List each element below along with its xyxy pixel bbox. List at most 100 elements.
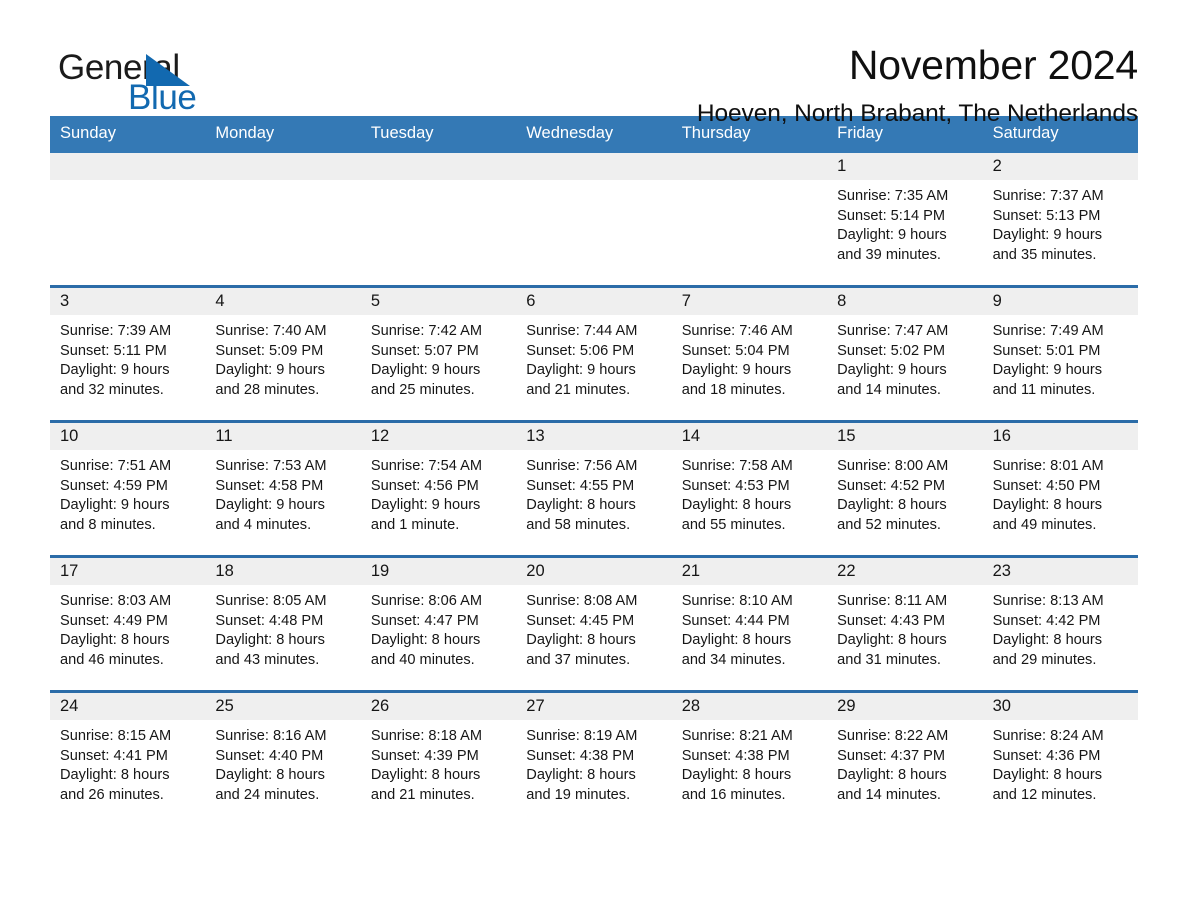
daylight-duration-line1: Daylight: 8 hours — [60, 632, 170, 649]
calendar-day-cell[interactable]: 2 Sunrise: 7:37 AM Sunset: 5:13 PM Daylight… — [982, 152, 1138, 285]
calendar-day-cell[interactable]: 24 Sunrise: 8:15 AM Sunset: 4:41 PM Dayligh… — [50, 692, 206, 825]
sunrise-time: Sunrise: 7:53 AM — [215, 457, 327, 474]
sunset-time: Sunset: 4:50 PM — [992, 477, 1101, 494]
calendar-day-cell[interactable]: 12 Sunrise: 7:54 AM Sunset: 4:56 PM Dayligh… — [360, 422, 517, 555]
daylight-duration-line2: and 32 minutes. — [60, 382, 164, 399]
day-details: Sunrise: 8:03 AM Sunset: 4:49 PM Daylight:… — [50, 585, 205, 671]
sunset-time: Sunset: 5:07 PM — [370, 342, 479, 359]
calendar-week-row: 24 Sunrise: 8:15 AM Sunset: 4:41 PM Dayligh… — [50, 689, 1138, 825]
day-details: Sunrise: 7:54 AM Sunset: 4:56 PM Daylight:… — [361, 450, 516, 536]
day-number: 23 — [982, 557, 1138, 585]
daylight-duration-line1: Daylight: 9 hours — [60, 362, 170, 379]
sunrise-time: Sunrise: 7:37 AM — [992, 187, 1104, 204]
calendar-day-cell[interactable]: 29 Sunrise: 8:22 AM Sunset: 4:37 PM Dayligh… — [827, 692, 983, 825]
weekday-header-thursday: Thursday — [681, 124, 751, 142]
daylight-duration-line2: and 37 minutes. — [526, 652, 631, 669]
daylight-duration-line1: Daylight: 8 hours — [681, 632, 792, 649]
calendar-day-cell[interactable]: 11 Sunrise: 7:53 AM Sunset: 4:58 PM Dayligh… — [205, 422, 361, 555]
day-number: 11 — [205, 422, 361, 450]
sunrise-time: Sunrise: 7:39 AM — [60, 322, 172, 339]
day-number: 10 — [50, 422, 206, 450]
daylight-duration-line2: and 40 minutes. — [370, 652, 475, 669]
general-blue-logo[interactable]: General Blue — [50, 44, 250, 116]
daylight-duration-line2: and 39 minutes. — [837, 247, 941, 264]
calendar-day-cell[interactable]: 13 Sunrise: 7:56 AM Sunset: 4:55 PM Dayligh… — [516, 422, 672, 555]
sunset-time: Sunset: 4:52 PM — [837, 477, 946, 494]
sunset-time: Sunset: 5:01 PM — [992, 342, 1101, 359]
daylight-duration-line2: and 35 minutes. — [992, 247, 1097, 264]
day-number: 24 — [50, 692, 206, 720]
daylight-duration-line1: Daylight: 8 hours — [526, 497, 636, 514]
calendar-day-cell[interactable]: 8 Sunrise: 7:47 AM Sunset: 5:02 PM Daylight… — [827, 287, 983, 420]
sunrise-time: Sunrise: 7:56 AM — [526, 457, 638, 474]
daylight-duration-line2: and 28 minutes. — [215, 382, 320, 399]
calendar-day-cell[interactable]: 19 Sunrise: 8:06 AM Sunset: 4:47 PM Dayligh… — [360, 557, 517, 690]
daylight-duration-line1: Daylight: 9 hours — [370, 362, 481, 379]
calendar-day-cell[interactable]: 30 Sunrise: 8:24 AM Sunset: 4:36 PM Dayligh… — [982, 692, 1138, 825]
sunrise-time: Sunrise: 8:05 AM — [215, 592, 327, 609]
day-number: 22 — [827, 557, 983, 585]
calendar-day-cell[interactable]: 26 Sunrise: 8:18 AM Sunset: 4:39 PM Dayligh… — [360, 692, 517, 825]
sunset-time: Sunset: 4:45 PM — [526, 612, 635, 629]
daylight-duration-line1: Daylight: 8 hours — [992, 632, 1103, 649]
daylight-duration-line1: Daylight: 9 hours — [837, 227, 947, 244]
day-number: 28 — [671, 692, 828, 720]
calendar-day-cell[interactable]: 16 Sunrise: 8:01 AM Sunset: 4:50 PM Dayligh… — [982, 422, 1138, 555]
sunset-time: Sunset: 5:09 PM — [215, 342, 324, 359]
sunrise-time: Sunrise: 7:54 AM — [370, 457, 482, 474]
calendar-day-cell[interactable]: 5 Sunrise: 7:42 AM Sunset: 5:07 PM Daylight… — [360, 287, 517, 420]
calendar-day-cell[interactable]: 17 Sunrise: 8:03 AM Sunset: 4:49 PM Dayligh… — [50, 557, 206, 690]
sunrise-time: Sunrise: 8:22 AM — [837, 727, 949, 744]
day-details: Sunrise: 7:42 AM Sunset: 5:07 PM Daylight:… — [361, 315, 516, 401]
daylight-duration-line1: Daylight: 8 hours — [681, 767, 792, 784]
day-details: Sunrise: 8:11 AM Sunset: 4:43 PM Daylight:… — [827, 585, 982, 671]
day-number — [50, 152, 206, 180]
calendar-day-cell[interactable]: 3 Sunrise: 7:39 AM Sunset: 5:11 PM Daylight… — [50, 287, 206, 420]
calendar-day-cell[interactable]: 21 Sunrise: 8:10 AM Sunset: 4:44 PM Dayligh… — [671, 557, 828, 690]
daylight-duration-line1: Daylight: 8 hours — [215, 632, 325, 649]
calendar-day-cell[interactable]: 1 Sunrise: 7:35 AM Sunset: 5:14 PM Daylight… — [827, 152, 983, 285]
sunset-time: Sunset: 5:04 PM — [681, 342, 790, 359]
day-details: Sunrise: 8:15 AM Sunset: 4:41 PM Daylight:… — [50, 720, 205, 806]
daylight-duration-line1: Daylight: 8 hours — [370, 632, 481, 649]
calendar-day-cell[interactable]: 20 Sunrise: 8:08 AM Sunset: 4:45 PM Dayligh… — [516, 557, 672, 690]
sunset-time: Sunset: 4:59 PM — [60, 477, 168, 494]
day-details: Sunrise: 7:53 AM Sunset: 4:58 PM Daylight:… — [205, 450, 360, 536]
sunset-time: Sunset: 5:14 PM — [837, 207, 946, 224]
sunrise-time: Sunrise: 8:10 AM — [681, 592, 793, 609]
day-details: Sunrise: 8:13 AM Sunset: 4:42 PM Daylight:… — [983, 585, 1138, 671]
calendar-day-cell[interactable]: 9 Sunrise: 7:49 AM Sunset: 5:01 PM Daylight… — [982, 287, 1138, 420]
day-number: 8 — [827, 287, 983, 315]
calendar-day-cell[interactable]: 23 Sunrise: 8:13 AM Sunset: 4:42 PM Dayligh… — [982, 557, 1138, 690]
sunrise-time: Sunrise: 7:44 AM — [526, 322, 638, 339]
calendar-day-cell-empty — [516, 152, 672, 285]
day-details: Sunrise: 7:51 AM Sunset: 4:59 PM Daylight:… — [50, 450, 205, 536]
daylight-duration-line2: and 43 minutes. — [215, 652, 320, 669]
daylight-duration-line2: and 24 minutes. — [215, 787, 320, 804]
day-details: Sunrise: 8:16 AM Sunset: 4:40 PM Daylight:… — [205, 720, 360, 806]
calendar-day-cell[interactable]: 14 Sunrise: 7:58 AM Sunset: 4:53 PM Dayligh… — [671, 422, 828, 555]
calendar-day-cell[interactable]: 4 Sunrise: 7:40 AM Sunset: 5:09 PM Daylight… — [205, 287, 361, 420]
calendar-day-cell[interactable]: 15 Sunrise: 8:00 AM Sunset: 4:52 PM Dayligh… — [827, 422, 983, 555]
calendar-day-cell[interactable]: 6 Sunrise: 7:44 AM Sunset: 5:06 PM Daylight… — [516, 287, 672, 420]
calendar-day-cell[interactable]: 10 Sunrise: 7:51 AM Sunset: 4:59 PM Dayligh… — [50, 422, 206, 555]
calendar-day-cell[interactable]: 7 Sunrise: 7:46 AM Sunset: 5:04 PM Daylight… — [671, 287, 828, 420]
calendar-day-cell[interactable]: 25 Sunrise: 8:16 AM Sunset: 4:40 PM Dayligh… — [205, 692, 361, 825]
sunrise-time: Sunrise: 8:01 AM — [992, 457, 1104, 474]
sunrise-time: Sunrise: 8:13 AM — [992, 592, 1104, 609]
sunset-time: Sunset: 5:02 PM — [837, 342, 946, 359]
daylight-duration-line2: and 26 minutes. — [60, 787, 164, 804]
calendar-day-cell[interactable]: 28 Sunrise: 8:21 AM Sunset: 4:38 PM Dayligh… — [671, 692, 828, 825]
daylight-duration-line2: and 19 minutes. — [526, 787, 631, 804]
daylight-duration-line2: and 1 minute. — [370, 517, 460, 534]
sunset-time: Sunset: 4:40 PM — [215, 747, 324, 764]
sunset-time: Sunset: 4:56 PM — [370, 477, 479, 494]
calendar-day-cell[interactable]: 22 Sunrise: 8:11 AM Sunset: 4:43 PM Dayligh… — [827, 557, 983, 690]
daylight-duration-line1: Daylight: 8 hours — [681, 497, 792, 514]
calendar-day-cell[interactable]: 27 Sunrise: 8:19 AM Sunset: 4:38 PM Dayligh… — [516, 692, 672, 825]
day-details: Sunrise: 7:56 AM Sunset: 4:55 PM Daylight:… — [516, 450, 671, 536]
logo-text-blue: Blue — [128, 78, 197, 117]
calendar-day-cell[interactable]: 18 Sunrise: 8:05 AM Sunset: 4:48 PM Dayligh… — [205, 557, 361, 690]
sunrise-time: Sunrise: 8:08 AM — [526, 592, 638, 609]
day-details: Sunrise: 8:24 AM Sunset: 4:36 PM Daylight:… — [983, 720, 1138, 806]
